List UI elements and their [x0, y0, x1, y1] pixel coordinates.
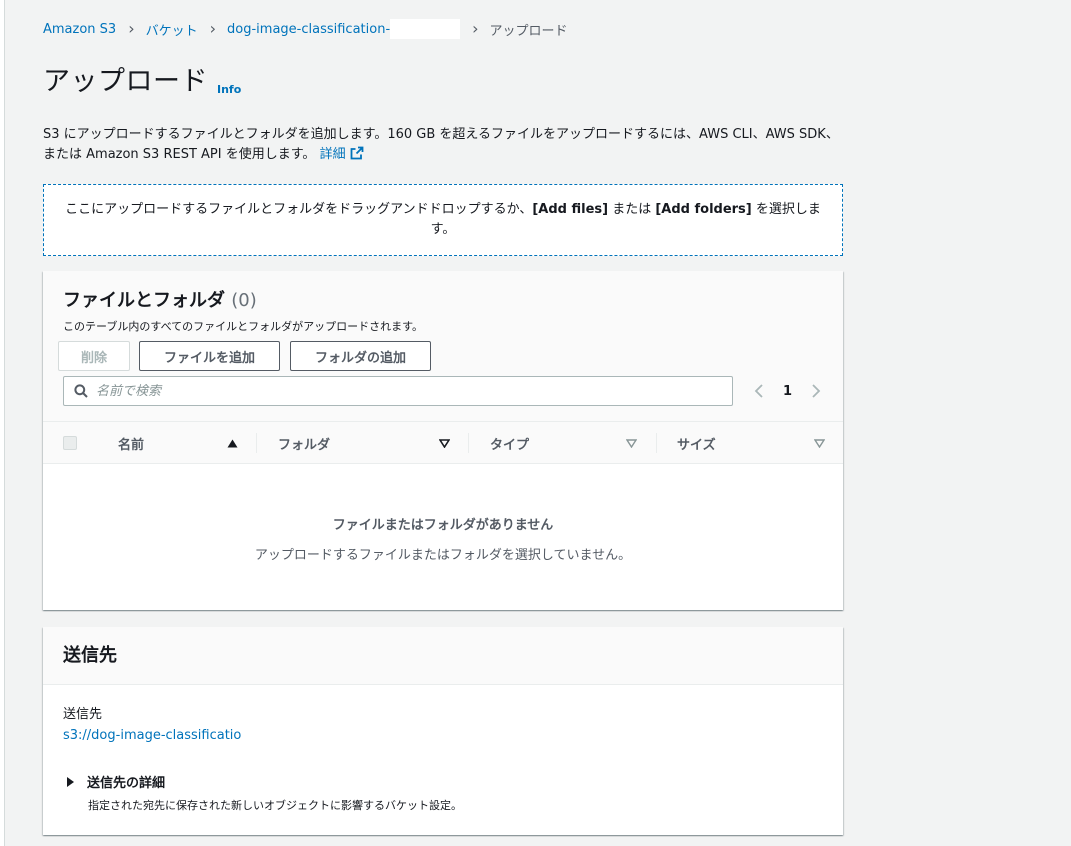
destination-label: 送信先: [63, 707, 103, 722]
search-box: [63, 376, 733, 406]
caret-right-icon: [67, 776, 74, 787]
files-panel-header: ファイルとフォルダ (0) このテーブル内のすべてのファイルとフォルダがアップロ…: [43, 271, 843, 422]
drop-zone-text: ここにアップロードするファイルとフォルダをドラッグアンドドロップするか、[Add…: [58, 200, 828, 240]
files-count: (0): [231, 290, 257, 311]
destination-details-subtitle: 指定された宛先に保存された新しいオブジェクトに影響するバケット設定。: [88, 799, 462, 812]
column-size[interactable]: サイズ: [677, 422, 716, 464]
breadcrumb-amazon-s3[interactable]: Amazon S3: [43, 22, 116, 37]
column-divider: [468, 433, 469, 453]
empty-state-title: ファイルまたはフォルダがありません: [332, 518, 554, 533]
page-description: S3 にアップロードするファイルとフォルダを追加します。160 GB を超えるフ…: [43, 125, 843, 165]
drop-add-folders: [Add folders]: [655, 202, 752, 217]
destination-header: 送信先: [43, 627, 843, 685]
pagination: 1: [749, 378, 826, 404]
column-divider: [656, 433, 657, 453]
breadcrumb-buckets[interactable]: バケット: [146, 20, 198, 39]
chevron-right-icon: ›: [472, 19, 479, 38]
files-title-text: ファイルとフォルダ: [63, 290, 225, 311]
column-name[interactable]: 名前: [118, 422, 144, 464]
sort-descending-icon[interactable]: [439, 422, 450, 464]
chevron-right-icon: ›: [128, 19, 135, 38]
left-edge: [0, 0, 5, 846]
files-panel-title: ファイルとフォルダ (0): [63, 289, 257, 313]
title-row: アップロード Info: [43, 64, 241, 100]
select-all-checkbox[interactable]: [63, 436, 77, 450]
column-folder[interactable]: フォルダ: [278, 422, 330, 464]
breadcrumb-current: アップロード: [489, 23, 568, 39]
table-header: 名前 フォルダ タイプ サイズ: [43, 422, 843, 464]
add-folder-button[interactable]: フォルダの追加: [290, 341, 431, 371]
chevron-right-icon: ›: [209, 19, 217, 38]
files-and-folders-panel: ファイルとフォルダ (0) このテーブル内のすべてのファイルとフォルダがアップロ…: [43, 271, 843, 610]
learn-more-label: 詳細: [319, 147, 346, 162]
destination-panel: 送信先 送信先 s3://dog-image-classificatio 送信先…: [43, 627, 843, 835]
drop-text-before: ここにアップロードするファイルとフォルダをドラッグアンドドロップするか、: [65, 202, 533, 217]
drop-add-files: [Add files]: [532, 202, 609, 217]
sort-descending-icon[interactable]: [626, 422, 637, 464]
description-text: S3 にアップロードするファイルとフォルダを追加します。160 GB を超えるフ…: [43, 127, 839, 162]
page-number[interactable]: 1: [783, 384, 792, 399]
breadcrumb-bucket[interactable]: dog-image-classification-: [227, 22, 390, 37]
files-panel-subtitle: このテーブル内のすべてのファイルとフォルダがアップロードされます。: [63, 320, 424, 333]
next-page-icon[interactable]: [806, 378, 826, 404]
search-icon: [74, 384, 88, 398]
drop-text-middle: または: [608, 202, 656, 217]
learn-more-link[interactable]: 詳細: [319, 146, 364, 162]
column-type[interactable]: タイプ: [490, 422, 529, 464]
destination-url-link[interactable]: s3://dog-image-classificatio: [63, 728, 243, 743]
page-title: アップロード: [43, 66, 208, 97]
destination-details-toggle[interactable]: 送信先の詳細: [67, 772, 165, 791]
destination-details-label: 送信先の詳細: [87, 776, 166, 791]
delete-button[interactable]: 削除: [58, 341, 130, 371]
sort-descending-icon[interactable]: [814, 422, 825, 464]
empty-state-subtitle: アップロードするファイルまたはフォルダを選択していません。: [254, 548, 632, 563]
search-input[interactable]: [96, 383, 732, 399]
info-link[interactable]: Info: [217, 83, 241, 96]
add-files-button[interactable]: ファイルを追加: [139, 341, 280, 371]
destination-title: 送信先: [63, 645, 117, 666]
drop-zone[interactable]: ここにアップロードするファイルとフォルダをドラッグアンドドロップするか、[Add…: [43, 184, 843, 256]
column-divider: [256, 433, 257, 453]
previous-page-icon[interactable]: [749, 378, 769, 404]
sort-ascending-icon[interactable]: [227, 422, 238, 464]
redacted-area: [390, 19, 461, 39]
breadcrumb: Amazon S3 › バケット › dog-image-classificat…: [43, 19, 568, 39]
external-link-icon: [350, 146, 363, 160]
